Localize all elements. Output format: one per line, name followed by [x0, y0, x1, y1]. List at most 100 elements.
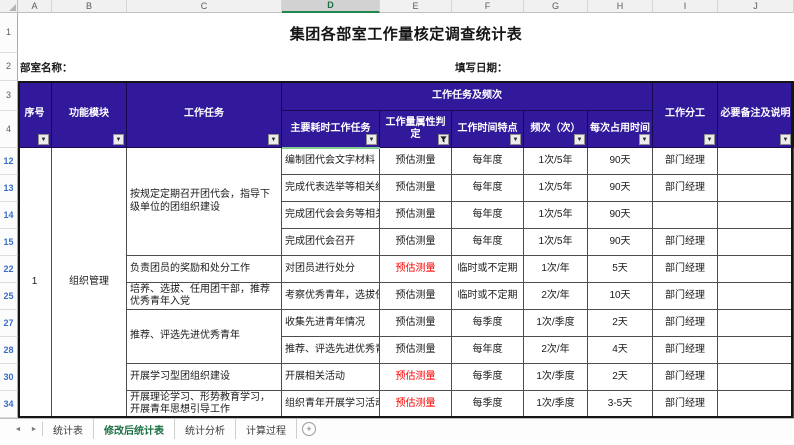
- page-title[interactable]: 集团各部室工作量核定调查统计表: [18, 13, 794, 53]
- cell-main-task[interactable]: 考察优秀青年，选拔任用团: [282, 283, 380, 310]
- cell-task-group[interactable]: 开展理论学习、形势教育学习，开展青年思想引导工作: [127, 391, 282, 418]
- row-number[interactable]: 15: [0, 229, 18, 256]
- cell-attr-judgment[interactable]: 预估测量: [380, 148, 452, 175]
- cell-frequency[interactable]: 1次/季度: [524, 391, 588, 418]
- cell-duration[interactable]: 10天: [588, 283, 653, 310]
- cell-duration[interactable]: 90天: [588, 148, 653, 175]
- sheet-nav-left-icon[interactable]: ◄: [10, 419, 26, 439]
- cell-main-task[interactable]: 编制团代会文字材料: [282, 148, 380, 175]
- cell-frequency[interactable]: 1次/年: [524, 256, 588, 283]
- cell-time-feature[interactable]: 临时或不定期: [452, 283, 524, 310]
- row-number[interactable]: 12: [0, 148, 18, 175]
- row-number[interactable]: 30: [0, 364, 18, 391]
- cell-time-feature[interactable]: 每季度: [452, 391, 524, 418]
- cell-main-task[interactable]: 推荐、评选先进优秀青年: [282, 337, 380, 364]
- cell-notes[interactable]: [718, 202, 794, 229]
- cell-task-group[interactable]: 推荐、评选先进优秀青年: [127, 310, 282, 364]
- cell-frequency[interactable]: 1次/季度: [524, 364, 588, 391]
- cell-duration[interactable]: 3-5天: [588, 391, 653, 418]
- cell-main-task[interactable]: 组织青年开展学习活动: [282, 391, 380, 418]
- cell-time-feature[interactable]: 每年度: [452, 175, 524, 202]
- filter-dropdown-icon[interactable]: ▼: [510, 134, 521, 145]
- cell-notes[interactable]: [718, 175, 794, 202]
- cell-main-task[interactable]: 完成团代会召开: [282, 229, 380, 256]
- cell-notes[interactable]: [718, 256, 794, 283]
- cell-notes[interactable]: [718, 391, 794, 418]
- cell-duration[interactable]: 2天: [588, 310, 653, 337]
- cell-notes[interactable]: [718, 337, 794, 364]
- row-number[interactable]: 14: [0, 202, 18, 229]
- row-number[interactable]: 25: [0, 283, 18, 310]
- header-serial[interactable]: 序号 ▼: [18, 81, 52, 148]
- column-header-c[interactable]: C: [127, 0, 282, 13]
- column-header-e[interactable]: E: [380, 0, 452, 13]
- cell-task-group[interactable]: 开展学习型团组织建设: [127, 364, 282, 391]
- cell-notes[interactable]: [718, 283, 794, 310]
- filter-dropdown-icon[interactable]: ▼: [366, 134, 377, 145]
- cell-task-group[interactable]: 负责团员的奖励和处分工作: [127, 256, 282, 283]
- cell-division[interactable]: 部门经理: [653, 310, 718, 337]
- row-number[interactable]: 34: [0, 391, 18, 418]
- cell-division[interactable]: 部门经理: [653, 283, 718, 310]
- header-duration[interactable]: 每次占用时间 ▼: [588, 111, 653, 148]
- cell-duration[interactable]: 2天: [588, 364, 653, 391]
- column-header-b[interactable]: B: [52, 0, 127, 13]
- header-task[interactable]: 工作任务 ▼: [127, 81, 282, 148]
- filter-dropdown-icon[interactable]: ▼: [113, 134, 124, 145]
- cell-main-task[interactable]: 开展相关活动: [282, 364, 380, 391]
- filter-funnel-icon[interactable]: [438, 134, 449, 145]
- row-number[interactable]: 27: [0, 310, 18, 337]
- cell-attr-judgment[interactable]: 预估测量: [380, 364, 452, 391]
- cell-serial[interactable]: 1: [18, 148, 52, 418]
- cell-time-feature[interactable]: 每年度: [452, 148, 524, 175]
- cell-division[interactable]: 部门经理: [653, 229, 718, 256]
- select-all-corner[interactable]: [0, 0, 18, 13]
- column-header-d-selected[interactable]: D: [282, 0, 380, 13]
- cell-frequency[interactable]: 1次/5年: [524, 202, 588, 229]
- row-number[interactable]: 28: [0, 337, 18, 364]
- row-number[interactable]: 2: [0, 53, 18, 81]
- cell-notes[interactable]: [718, 229, 794, 256]
- row-number[interactable]: 4: [0, 111, 18, 148]
- cell-time-feature[interactable]: 每年度: [452, 229, 524, 256]
- sheet-tab-statistics[interactable]: 统计表: [43, 419, 94, 439]
- cell-attr-judgment[interactable]: 预估测量: [380, 256, 452, 283]
- filter-dropdown-icon[interactable]: ▼: [268, 134, 279, 145]
- cell-duration[interactable]: 90天: [588, 175, 653, 202]
- column-header-g[interactable]: G: [524, 0, 588, 13]
- filter-dropdown-icon[interactable]: ▼: [704, 134, 715, 145]
- cell-attr-judgment[interactable]: 预估测量: [380, 229, 452, 256]
- row-number[interactable]: 3: [0, 81, 18, 111]
- cell-division[interactable]: 部门经理: [653, 391, 718, 418]
- column-header-i[interactable]: I: [653, 0, 718, 13]
- header-frequency[interactable]: 频次（次） ▼: [524, 111, 588, 148]
- header-time-feature[interactable]: 工作时间特点 ▼: [452, 111, 524, 148]
- filter-dropdown-icon[interactable]: ▼: [639, 134, 650, 145]
- cell-main-task[interactable]: 完成团代会会务等相关工作: [282, 202, 380, 229]
- cell-module[interactable]: 组织管理: [52, 148, 127, 418]
- cell-duration[interactable]: 90天: [588, 202, 653, 229]
- filter-dropdown-icon[interactable]: ▼: [574, 134, 585, 145]
- fill-date-label[interactable]: 填写日期：: [452, 53, 653, 81]
- row-number[interactable]: 13: [0, 175, 18, 202]
- header-main-task[interactable]: 主要耗时工作任务 ▼: [282, 111, 380, 148]
- cell-attr-judgment[interactable]: 预估测量: [380, 391, 452, 418]
- cell-attr-judgment[interactable]: 预估测量: [380, 175, 452, 202]
- add-sheet-button[interactable]: +: [297, 419, 321, 439]
- cell-frequency[interactable]: 1次/5年: [524, 229, 588, 256]
- cell-division[interactable]: [653, 202, 718, 229]
- column-header-j[interactable]: J: [718, 0, 794, 13]
- sheet-tab-analysis[interactable]: 统计分析: [175, 419, 236, 439]
- column-header-a[interactable]: A: [18, 0, 52, 13]
- cell-main-task[interactable]: 完成代表选举等相关组织工: [282, 175, 380, 202]
- filter-dropdown-icon[interactable]: ▼: [780, 134, 791, 145]
- sheet-tab-revised-statistics-active[interactable]: 修改后统计表: [94, 419, 175, 439]
- cell-division[interactable]: 部门经理: [653, 148, 718, 175]
- cell-frequency[interactable]: 2次/年: [524, 283, 588, 310]
- cell-task-group[interactable]: 按规定定期召开团代会，指导下级单位的团组织建设: [127, 148, 282, 256]
- sheet-tab-calculation[interactable]: 计算过程: [236, 419, 297, 439]
- cell-notes[interactable]: [718, 364, 794, 391]
- cell-attr-judgment[interactable]: 预估测量: [380, 310, 452, 337]
- cell-notes[interactable]: [718, 148, 794, 175]
- cell-main-task[interactable]: 收集先进青年情况: [282, 310, 380, 337]
